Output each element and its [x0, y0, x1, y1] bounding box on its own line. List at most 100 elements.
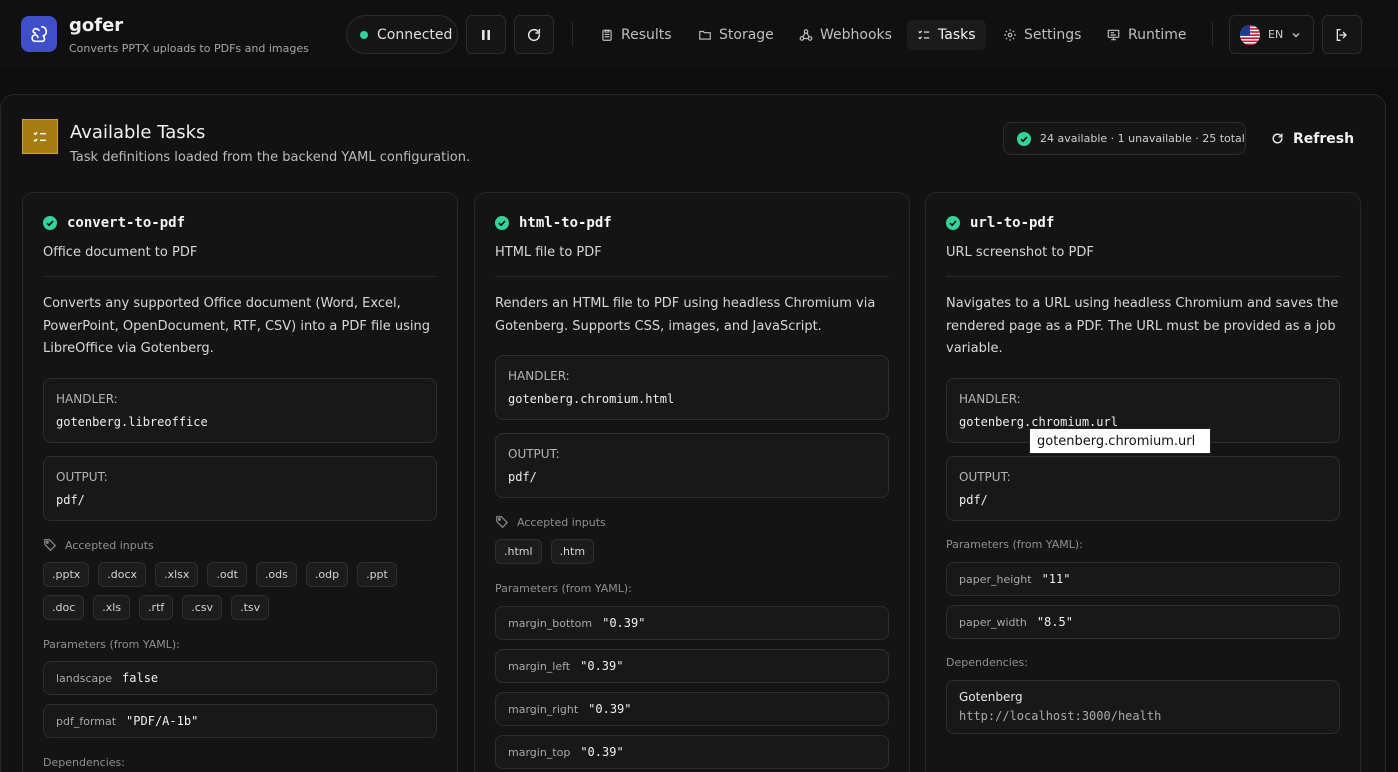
param-value: "0.39" — [588, 702, 632, 716]
input-chip: .tsv — [231, 595, 270, 620]
connection-status[interactable]: Connected — [346, 15, 458, 54]
param-key: landscape — [56, 671, 113, 685]
us-flag-icon — [1240, 24, 1260, 45]
dependency-url: http://localhost:3000/health — [959, 709, 1162, 723]
task-subtitle: HTML file to PDF — [495, 245, 602, 260]
refresh-button[interactable]: Refresh — [1262, 122, 1358, 155]
gear-icon — [1004, 29, 1016, 41]
page-title: Available Tasks — [70, 122, 206, 143]
input-chip: .docx — [98, 562, 147, 587]
tag-icon — [496, 516, 509, 529]
parameter-row: margin_top "0.39" — [495, 735, 889, 769]
param-key: paper_height — [959, 572, 1032, 586]
output-box: OUTPUT: pdf/ — [495, 433, 889, 498]
task-subtitle: URL screenshot to PDF — [946, 245, 1094, 260]
dependencies-label: Dependencies: — [946, 656, 1028, 669]
output-box: OUTPUT: pdf/ — [43, 456, 437, 521]
input-chip: .odp — [305, 562, 349, 587]
nav-runtime[interactable]: Runtime — [1096, 20, 1196, 50]
section-icon — [22, 119, 58, 154]
param-key: margin_bottom — [508, 616, 593, 630]
task-name: url-to-pdf — [970, 215, 1055, 231]
tasks-summary-badge: 24 available · 1 unavailable · 25 total — [1003, 122, 1246, 155]
nav-webhooks[interactable]: Webhooks — [789, 20, 902, 50]
handler-label: HANDLER: — [56, 392, 118, 406]
dependency-name: Gotenberg — [959, 690, 1023, 704]
parameter-row: paper_height "11" — [946, 562, 1340, 596]
nav-settings[interactable]: Settings — [993, 20, 1091, 50]
nav-label: Webhooks — [820, 27, 892, 43]
refresh-icon — [1272, 133, 1283, 144]
reload-button[interactable] — [514, 15, 554, 54]
logout-button[interactable] — [1322, 15, 1362, 54]
handler-box: HANDLER: gotenberg.libreoffice — [43, 378, 437, 443]
output-label: OUTPUT: — [959, 470, 1011, 484]
param-key: margin_top — [508, 745, 571, 759]
parameter-row: margin_left "0.39" — [495, 649, 889, 683]
check-circle-icon — [43, 216, 57, 230]
param-value: false — [122, 671, 159, 685]
input-chip: .csv — [182, 595, 223, 620]
output-box: OUTPUT: pdf/ — [946, 456, 1340, 521]
app-logo[interactable] — [21, 16, 57, 52]
pause-button[interactable] — [466, 15, 506, 54]
param-key: margin_right — [508, 702, 579, 716]
app-title: gofer — [69, 15, 124, 36]
status-dot-icon — [360, 30, 368, 39]
check-circle-icon — [1017, 131, 1031, 146]
parameter-row: margin_bottom "0.39" — [495, 606, 889, 640]
nav-label: Storage — [719, 27, 774, 43]
input-chip: .pptx — [43, 562, 90, 587]
param-value: "0.39" — [602, 616, 646, 630]
output-label: OUTPUT: — [56, 470, 108, 484]
output-label: OUTPUT: — [508, 447, 560, 461]
input-chip: .html — [495, 539, 542, 564]
check-circle-icon — [946, 216, 960, 230]
handler-label: HANDLER: — [959, 392, 1021, 406]
dependencies-label: Dependencies: — [43, 756, 125, 769]
chevron-down-icon — [1292, 32, 1300, 38]
reload-icon — [527, 28, 541, 41]
parameter-row: pdf_format "PDF/A-1b" — [43, 704, 437, 738]
handler-value: gotenberg.chromium.url — [959, 415, 1118, 429]
task-description: Converts any supported Office document (… — [43, 296, 431, 356]
nav-label: Results — [621, 27, 672, 43]
parameter-row: landscape false — [43, 661, 437, 695]
handler-value: gotenberg.chromium.html — [508, 392, 675, 406]
divider — [946, 276, 1340, 277]
app-subtitle: Converts PPTX uploads to PDFs and images — [69, 42, 309, 55]
task-name: convert-to-pdf — [67, 215, 186, 231]
folder-icon — [699, 30, 711, 40]
clipboard-icon — [602, 29, 612, 41]
parameters-label: Parameters (from YAML): — [495, 582, 632, 595]
accepted-inputs: .pptx .docx .xlsx .odt .ods .odp .ppt .d… — [43, 562, 443, 620]
summary-text: 24 available · 1 unavailable · 25 total — [1040, 132, 1245, 145]
top-bar: gofer Converts PPTX uploads to PDFs and … — [0, 0, 1398, 70]
webhook-icon — [799, 29, 813, 41]
output-value: pdf/ — [56, 493, 85, 507]
nav-results[interactable]: Results — [590, 20, 682, 50]
accepted-inputs: .html .htm — [495, 539, 895, 564]
param-value: "8.5" — [1036, 615, 1073, 629]
input-chip: .xlsx — [155, 562, 199, 587]
param-value: "0.39" — [580, 745, 624, 759]
task-name: html-to-pdf — [519, 215, 612, 231]
input-chip: .ods — [255, 562, 297, 587]
nav-tasks[interactable]: Tasks — [907, 20, 986, 50]
pause-icon — [482, 29, 490, 40]
task-card-convert-to-pdf: convert-to-pdf Office document to PDF Co… — [22, 192, 458, 772]
param-key: pdf_format — [56, 714, 117, 728]
param-value: "11" — [1041, 572, 1071, 586]
accepted-inputs-label: Accepted inputs — [43, 538, 154, 552]
input-chip: .htm — [550, 539, 595, 564]
monitor-icon — [1107, 29, 1120, 41]
param-key: paper_width — [959, 615, 1027, 629]
task-card-html-to-pdf: html-to-pdf HTML file to PDF Renders an … — [474, 192, 910, 772]
language-code: EN — [1268, 28, 1284, 41]
logout-icon — [1336, 28, 1347, 41]
nav-storage[interactable]: Storage — [688, 20, 784, 50]
language-selector[interactable]: EN — [1229, 15, 1314, 54]
input-chip: .rtf — [139, 595, 174, 620]
input-chip: .doc — [43, 595, 85, 620]
accepted-inputs-label: Accepted inputs — [495, 515, 606, 529]
